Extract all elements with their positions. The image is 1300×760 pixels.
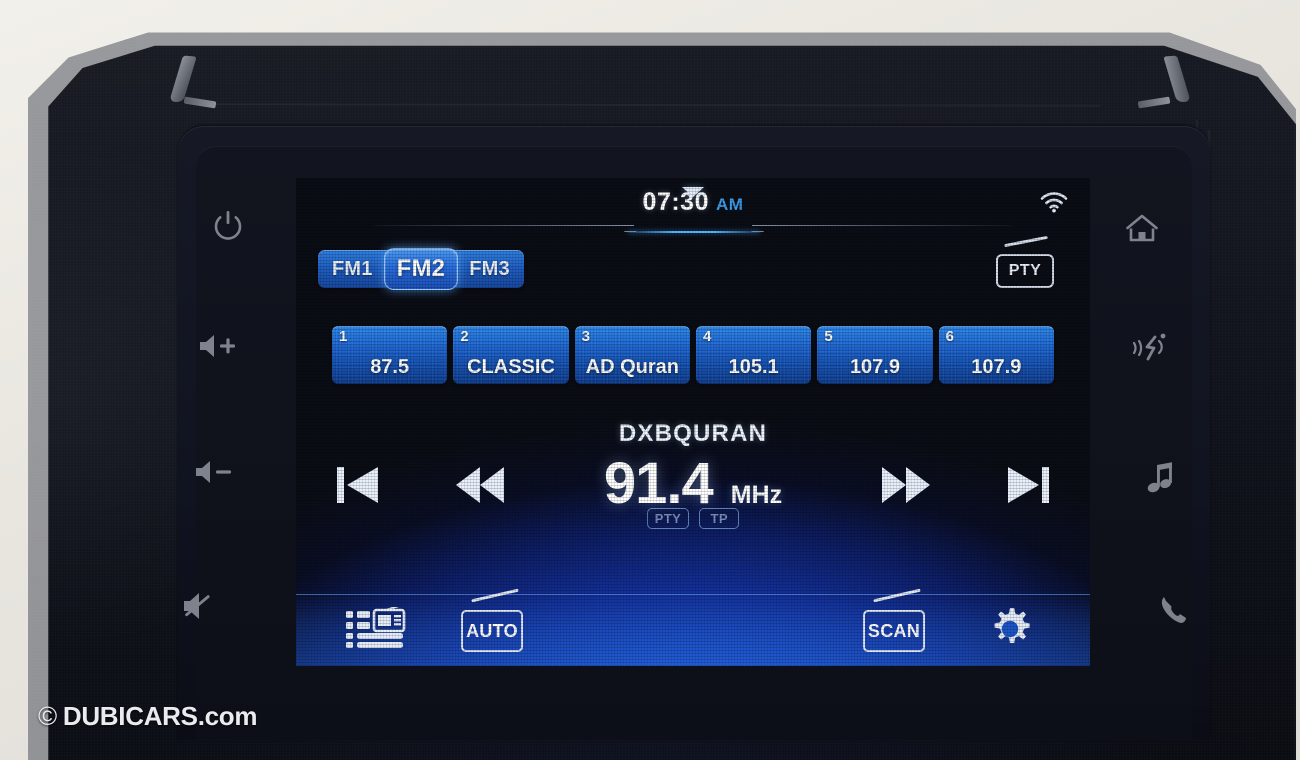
volume-up-icon[interactable]	[190, 318, 246, 374]
volume-down-icon[interactable]	[186, 444, 242, 500]
clock-meridiem: AM	[716, 195, 744, 214]
bottom-toolbar: AUTO SCAN	[296, 588, 1090, 666]
auto-store-label: AUTO	[461, 610, 523, 652]
status-divider	[374, 222, 1012, 233]
preset-number: 1	[339, 328, 348, 345]
scan-button[interactable]: SCAN	[851, 588, 937, 657]
chevron-down-icon[interactable]	[682, 187, 704, 197]
frequency-display: 91.4 MHz	[296, 450, 1090, 517]
music-note-icon[interactable]	[1134, 450, 1190, 506]
preset-number: 2	[460, 328, 469, 345]
preset-value: CLASSIC	[467, 356, 555, 378]
preset-button-4[interactable]: 4 105.1	[695, 326, 812, 384]
radio-antenna-icon	[471, 588, 519, 603]
preset-list-icon	[346, 603, 406, 656]
preset-value: 87.5	[370, 356, 410, 378]
preset-list[interactable]: 1 87.5 2 CLASSIC 3 AD Quran 4 105.1 5 10…	[332, 326, 1054, 384]
gear-icon	[987, 606, 1033, 657]
watermark-copyright: ©	[38, 701, 57, 731]
preset-number: 4	[702, 328, 712, 345]
preset-value: AD Quran	[585, 356, 679, 378]
watermark-suffix: .com	[197, 701, 258, 731]
auto-store-button[interactable]: AUTO	[449, 588, 535, 657]
preset-button-5[interactable]: 5 107.9	[817, 326, 933, 384]
screenshot-root: 07:30 AM FM1 FM2 FM3 PTY 1 87.5 2 CLASSI…	[0, 0, 1300, 760]
radio-antenna-icon	[1004, 235, 1048, 248]
pty-button[interactable]: PTY	[996, 235, 1054, 288]
preset-value: 105.1	[728, 356, 779, 378]
preset-number: 5	[824, 328, 833, 345]
preset-value: 107.9	[971, 356, 1022, 378]
preset-button-1[interactable]: 1 87.5	[332, 326, 448, 384]
power-icon[interactable]	[200, 198, 256, 254]
voice-command-icon[interactable]	[1124, 320, 1180, 376]
preset-value: 107.9	[849, 356, 900, 378]
preset-button-6[interactable]: 6 107.9	[938, 326, 1054, 384]
frequency-value: 91.4	[603, 451, 714, 516]
station-name: DXBQURAN	[618, 420, 768, 447]
radio-antenna-icon	[873, 588, 921, 603]
watermark: © DUBICARS.com	[38, 701, 257, 732]
lcd-screen[interactable]: 07:30 AM FM1 FM2 FM3 PTY 1 87.5 2 CLASSI…	[296, 178, 1090, 666]
preset-number: 6	[945, 328, 954, 345]
rds-badge-pty: PTY	[646, 508, 690, 529]
next-track-icon[interactable]	[1002, 462, 1054, 508]
band-selector[interactable]: FM1 FM2 FM3	[318, 248, 524, 290]
frequency-unit: MHz	[730, 481, 783, 509]
home-icon[interactable]	[1114, 200, 1170, 256]
rds-indicator-group: PTY TP	[296, 508, 1090, 529]
wifi-icon	[1040, 191, 1068, 213]
fast-forward-icon[interactable]	[880, 462, 932, 508]
pty-button-label: PTY	[996, 254, 1054, 288]
preset-button-3[interactable]: 3 AD Quran	[574, 326, 690, 384]
preset-number: 3	[581, 328, 590, 345]
phone-icon[interactable]	[1146, 582, 1202, 638]
band-option-fm1[interactable]: FM1	[322, 250, 383, 288]
status-bar: 07:30 AM	[296, 178, 1090, 236]
mute-icon[interactable]	[170, 578, 226, 634]
watermark-brand: DUBICARS	[62, 701, 198, 731]
scan-label: SCAN	[863, 610, 925, 652]
band-option-fm3[interactable]: FM3	[459, 250, 520, 288]
band-option-fm2[interactable]: FM2	[383, 248, 459, 290]
settings-button[interactable]	[978, 605, 1042, 657]
rds-badge-tp: TP	[699, 508, 740, 529]
preset-button-2[interactable]: 2 CLASSIC	[453, 326, 569, 384]
preset-list-button[interactable]	[344, 603, 408, 657]
